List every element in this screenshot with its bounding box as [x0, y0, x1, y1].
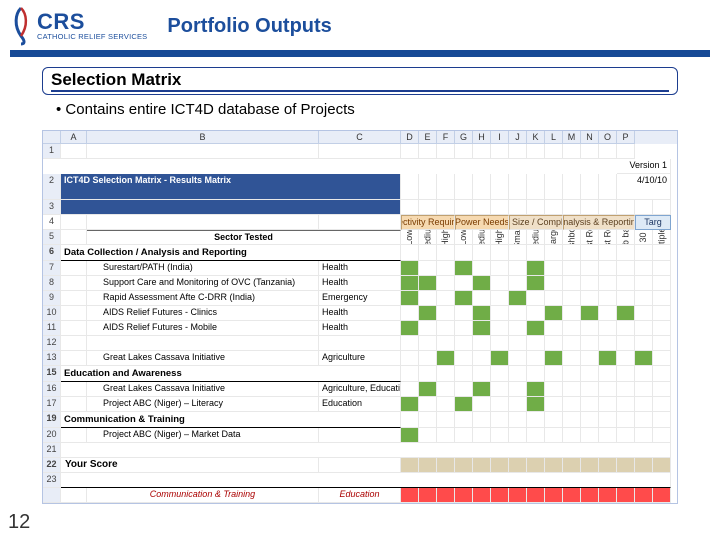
header-divider	[10, 50, 710, 57]
table-row: 9 Rapid Assessment Afte C-DRR (India) Em…	[43, 291, 677, 306]
bottom-category-row: Communication & Training Education	[43, 488, 677, 503]
group-head: Analysis & Reporting	[563, 215, 635, 230]
selection-box: Selection Matrix	[42, 67, 678, 95]
table-row: 3	[43, 200, 677, 215]
table-row: 1 Version 1	[43, 144, 677, 174]
slide-header: CRS CATHOLIC RELIEF SERVICES Portfolio O…	[0, 0, 720, 50]
table-row: 20 Project ABC (Niger) – Market Data	[43, 428, 677, 443]
table-row: 16 Great Lakes Cassava Initiative Agricu…	[43, 382, 677, 397]
bottom-category: Communication & Training	[87, 488, 319, 503]
crs-logo: CRS CATHOLIC RELIEF SERVICES	[10, 6, 147, 46]
table-row: 2 ICT4D Selection Matrix - Results Matri…	[43, 174, 677, 200]
table-row: 11 AIDS Relief Futures - Mobile Health	[43, 321, 677, 336]
table-row: 7 Surestart/PATH (India) Health	[43, 261, 677, 276]
table-row: 12	[43, 336, 677, 351]
group-header-row: 4 Connectivity Requirement Power Needs D…	[43, 215, 677, 230]
selection-bullet: Contains entire ICT4D database of Projec…	[42, 97, 678, 128]
table-row: 23	[43, 473, 677, 488]
table-row: 10 AIDS Relief Futures - Clinics Health	[43, 306, 677, 321]
table-row: 13 Great Lakes Cassava Initiative Agricu…	[43, 351, 677, 366]
page-number: 12	[8, 511, 30, 534]
bottom-sector: Education	[319, 488, 401, 503]
table-row: 21	[43, 443, 677, 458]
selection-title: Selection Matrix	[51, 70, 669, 92]
sector-header: Sector Tested	[87, 230, 401, 245]
matrix-title: ICT4D Selection Matrix - Results Matrix	[61, 174, 401, 200]
spreadsheet: A B C D E F G H I J K L M N O P 1 Versio…	[42, 130, 678, 504]
subheader-row: 5 Sector Tested Low Medium High Low Medi…	[43, 230, 677, 245]
group-head: Data Size / Complexity	[509, 215, 563, 230]
page-title: Portfolio Outputs	[167, 15, 331, 38]
table-row: 8 Support Care and Monitoring of OVC (Ta…	[43, 276, 677, 291]
table-row: 17 Project ABC (Niger) – Literacy Educat…	[43, 397, 677, 412]
section-header-row: 19 Communication & Training	[43, 412, 677, 428]
your-score-row: 22 Your Score	[43, 458, 677, 473]
group-head: Power Needs	[455, 215, 509, 230]
logo-swoosh-icon	[10, 6, 32, 46]
version-date: 4/10/10	[617, 174, 671, 200]
version-label: Version 1	[617, 159, 671, 174]
section-header-row: 15 Education and Awareness	[43, 366, 677, 382]
section-header-row: 6 Data Collection / Analysis and Reporti…	[43, 245, 677, 261]
group-head: Targ	[635, 215, 671, 230]
logo-acronym: CRS	[37, 12, 147, 32]
group-head: Connectivity Requirement	[401, 215, 455, 230]
column-headers: A B C D E F G H I J K L M N O P	[43, 131, 677, 144]
logo-subtitle: CATHOLIC RELIEF SERVICES	[37, 32, 147, 41]
